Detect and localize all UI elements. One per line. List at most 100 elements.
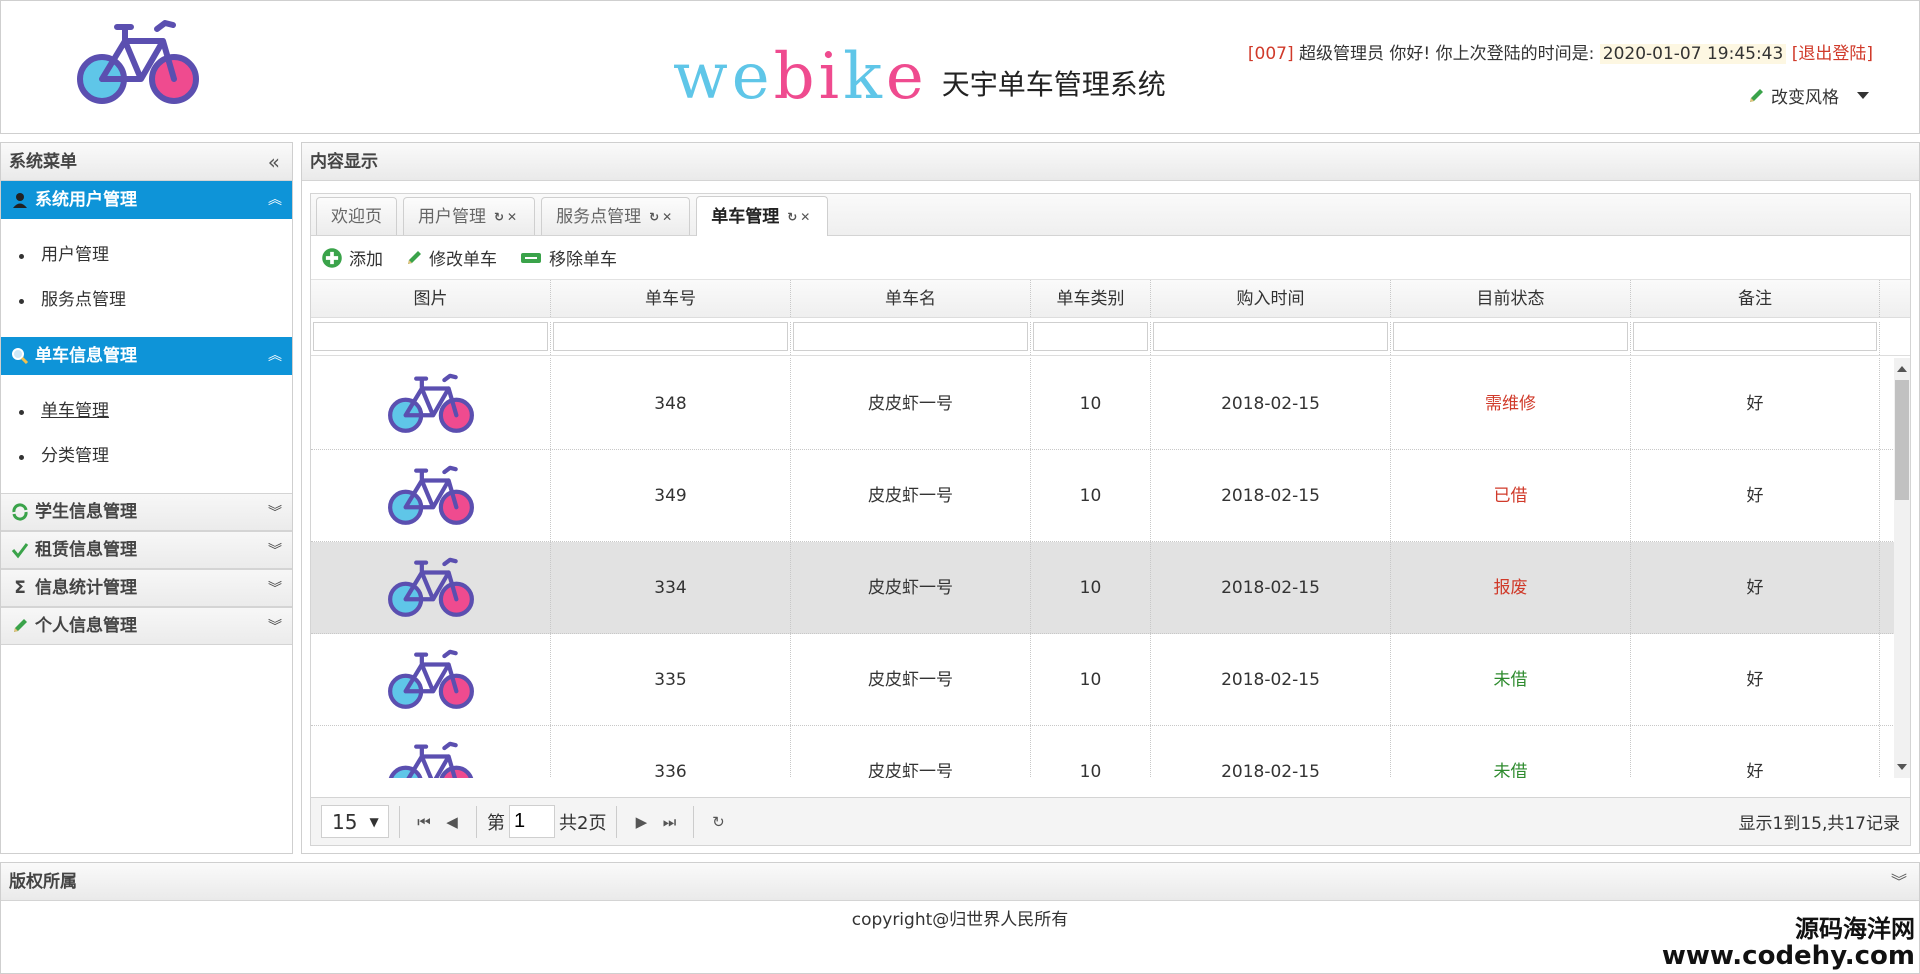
filter-input[interactable] (793, 322, 1028, 351)
scroll-thumb[interactable] (1895, 380, 1909, 500)
collapse-left-icon[interactable]: « (268, 143, 280, 181)
logout-link[interactable]: [退出登陆] (1792, 44, 1873, 64)
tab-welcome[interactable]: 欢迎页 (316, 197, 397, 235)
table-row[interactable]: 335 皮皮虾一号 10 2018-02-15 未借好 (311, 634, 1895, 726)
tab-label: 单车管理 (711, 206, 780, 227)
next-page-icon[interactable]: ▶ (627, 813, 655, 831)
table-row[interactable]: 349 皮皮虾一号 10 2018-02-15 已借好 (311, 450, 1895, 542)
filter-input[interactable] (1153, 322, 1388, 351)
bike-logo-icon (77, 20, 199, 104)
menu-group-label: 信息统计管理 (35, 578, 137, 598)
bike-image-cell (311, 358, 551, 449)
column-header[interactable]: 单车号 (551, 280, 791, 317)
page-number-input[interactable] (509, 805, 555, 838)
chevron-down-icon[interactable]: ︾ (268, 494, 282, 532)
cell-category: 10 (1031, 450, 1151, 541)
cell-name: 皮皮虾一号 (791, 358, 1031, 449)
menu-group-bike-info[interactable]: 单车信息管理 ︽ (1, 337, 292, 375)
add-button[interactable]: 添加 (321, 245, 383, 270)
bike-image-icon (387, 649, 474, 709)
user-icon (13, 193, 27, 208)
column-header[interactable]: 单车类别 (1031, 280, 1151, 317)
menu-group-statistics[interactable]: Σ 信息统计管理 ︾ (1, 569, 292, 607)
menu-group-personal-info[interactable]: 个人信息管理 ︾ (1, 607, 292, 645)
brand-part: k (843, 40, 886, 114)
chevron-down-icon[interactable]: ︾ (268, 608, 282, 646)
page-size-select[interactable]: 15 ▼ (321, 805, 389, 838)
column-header[interactable]: 购入时间 (1151, 280, 1391, 317)
edit-bike-button[interactable]: 修改单车 (405, 245, 497, 270)
watermark: 源码海洋网 www.codehy.com (1662, 916, 1915, 971)
grid-header: 图片 单车号 单车名 单车类别 购入时间 目前状态 备注 (311, 280, 1910, 318)
table-row[interactable]: 336 皮皮虾一号 10 2018-02-15 未借好 (311, 726, 1895, 778)
filter-cell (1151, 322, 1391, 355)
cell-note: 好 (1631, 542, 1880, 633)
bike-image-icon (387, 373, 474, 433)
bike-image-icon (388, 741, 473, 778)
chevron-up-icon[interactable]: ︽ (268, 337, 282, 375)
scroll-up-icon[interactable] (1897, 366, 1907, 372)
tab-user-mgmt[interactable]: 用户管理 ↻✕ (403, 197, 536, 235)
remove-bike-button[interactable]: 移除单车 (519, 245, 617, 270)
tab-bar: 欢迎页 用户管理 ↻✕ 服务点管理 ↻✕ 单车管理 ↻✕ (311, 194, 1910, 236)
column-header[interactable]: 目前状态 (1391, 280, 1631, 317)
separator (476, 805, 477, 838)
sidebar-item-service-point[interactable]: 服务点管理 (15, 278, 292, 323)
pencil-icon (14, 619, 27, 632)
bike-image-cell (311, 634, 551, 725)
scroll-down-icon[interactable] (1897, 764, 1907, 770)
filter-input[interactable] (1633, 322, 1877, 351)
sidebar-header: 系统菜单 « (1, 143, 292, 181)
cell-no: 349 (551, 450, 791, 541)
menu-group-student-info[interactable]: 学生信息管理 ︾ (1, 493, 292, 531)
chevron-down-icon[interactable]: ︾ (1891, 863, 1907, 901)
filter-input[interactable] (553, 322, 788, 351)
column-header[interactable]: 单车名 (791, 280, 1031, 317)
tab-service-point[interactable]: 服务点管理 ↻✕ (541, 197, 691, 235)
menu-group-user-mgmt[interactable]: 系统用户管理 ︽ (1, 181, 292, 219)
content-header: 内容显示 (302, 143, 1919, 181)
header: webike 天宇单车管理系统 [007] 超级管理员 你好! 你上次登陆的时间… (0, 0, 1920, 134)
footer-header: 版权所属 ︾ (1, 863, 1919, 901)
sidebar-item-bike-mgmt[interactable]: 单车管理 (15, 389, 292, 434)
tab-label: 用户管理 (418, 206, 486, 227)
vertical-scrollbar[interactable] (1894, 358, 1910, 778)
filter-input[interactable] (313, 322, 548, 351)
filter-cell (1031, 322, 1151, 355)
table-row[interactable]: 348 皮皮虾一号 10 2018-02-15 需维修好 (311, 358, 1895, 450)
tab-refresh-close-icon[interactable]: ↻✕ (787, 199, 813, 235)
tab-bike-mgmt[interactable]: 单车管理 ↻✕ (696, 196, 829, 236)
cell-name: 皮皮虾一号 (791, 726, 1031, 778)
sidebar-item-category-mgmt[interactable]: 分类管理 (15, 434, 292, 479)
sidebar-item-user-mgmt[interactable]: 用户管理 (15, 233, 292, 278)
plus-icon (322, 247, 342, 268)
cell-no: 335 (551, 634, 791, 725)
menu-group-rental-info[interactable]: 租赁信息管理 ︾ (1, 531, 292, 569)
menu-item-label: 服务点管理 (41, 290, 126, 310)
content-title: 内容显示 (310, 152, 378, 172)
column-header[interactable]: 图片 (311, 280, 551, 317)
bike-image-cell (311, 542, 551, 633)
tab-refresh-close-icon[interactable]: ↻✕ (494, 199, 520, 235)
table-row[interactable]: 334 皮皮虾一号 10 2018-02-15 报废好 (311, 542, 1895, 634)
filter-input[interactable] (1393, 322, 1628, 351)
prev-page-icon[interactable]: ◀ (438, 813, 466, 831)
last-page-icon[interactable]: ⏭ (655, 813, 683, 831)
first-page-icon[interactable]: ⏮ (410, 813, 438, 831)
chevron-up-icon[interactable]: ︽ (268, 181, 282, 219)
menu-group-label: 系统用户管理 (35, 190, 137, 210)
pagination-info: 显示1到15,共17记录 (1738, 814, 1900, 834)
refresh-icon (12, 503, 28, 521)
cell-note: 好 (1631, 450, 1880, 541)
filter-input[interactable] (1033, 322, 1148, 351)
reload-icon[interactable]: ↻ (704, 813, 732, 831)
chevron-down-icon[interactable]: ︾ (268, 570, 282, 608)
cell-category: 10 (1031, 634, 1151, 725)
column-header[interactable]: 备注 (1631, 280, 1880, 317)
pencil-icon (1750, 88, 1763, 102)
chevron-down-icon[interactable]: ︾ (268, 532, 282, 570)
menu-group-items: 单车管理 分类管理 (1, 375, 292, 493)
cell-name: 皮皮虾一号 (791, 542, 1031, 633)
tab-refresh-close-icon[interactable]: ↻✕ (649, 199, 675, 235)
style-switch-dropdown[interactable]: 改变风格 (1747, 83, 1869, 108)
